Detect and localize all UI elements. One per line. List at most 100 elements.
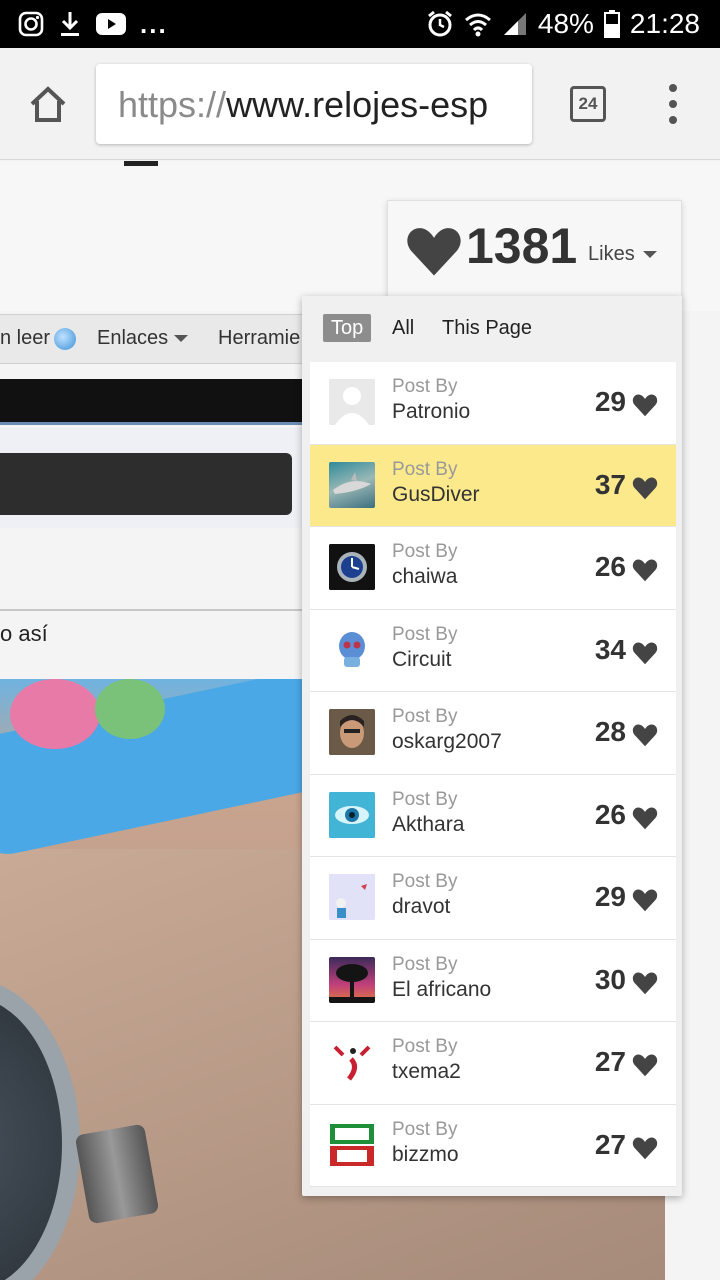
poster-name: bizzmo	[392, 1142, 459, 1166]
post-by-label: Post By	[392, 953, 458, 975]
poster-name: chaiwa	[392, 565, 458, 588]
list-item[interactable]: Post By oskarg2007 28	[310, 692, 676, 775]
poster-name: dravot	[392, 895, 451, 918]
alarm-icon	[426, 10, 454, 38]
post-by-label: Post By	[392, 871, 458, 892]
home-button[interactable]	[26, 82, 70, 126]
avatar	[329, 544, 375, 590]
nav-item-label: Herramie	[218, 327, 301, 349]
heart-icon	[632, 889, 658, 912]
header-fragment	[124, 161, 158, 166]
avatar	[329, 1121, 375, 1168]
signal-icon	[502, 11, 528, 37]
post-text: o así	[0, 621, 48, 646]
nav-item-links[interactable]: Enlaces	[97, 327, 189, 350]
sunset-tree-avatar-icon	[329, 963, 375, 1003]
post-by-label: Post By	[392, 458, 458, 480]
list-item[interactable]: Post By El africano 30	[310, 939, 676, 1022]
url-scheme: https://	[118, 84, 227, 125]
heart-icon	[632, 642, 658, 664]
like-count: 34	[594, 633, 626, 665]
avatar	[329, 1039, 375, 1085]
thread-title-bar	[0, 379, 310, 425]
more-notifications: ...	[140, 8, 168, 39]
list-item[interactable]: Post By chaiwa 26	[310, 527, 676, 610]
post-by-label: Post By	[392, 706, 458, 727]
youtube-icon	[96, 13, 126, 35]
face-avatar-icon	[329, 709, 375, 755]
heart-icon	[632, 1054, 658, 1077]
globe-icon	[54, 327, 77, 350]
photo-green-object	[95, 679, 165, 739]
like-count: 30	[594, 963, 626, 995]
default-avatar-icon	[329, 379, 375, 425]
list-item[interactable]: Post By Circuit 34	[310, 609, 676, 692]
poster-name: oskarg2007	[392, 730, 502, 753]
list-item[interactable]: Post By bizzmo 27	[310, 1104, 676, 1187]
url-text: https://www.relojes-esp	[118, 84, 488, 126]
tab-this-page[interactable]: This Page	[442, 314, 532, 342]
like-count: 37	[594, 468, 626, 500]
instagram-icon	[18, 11, 44, 37]
tab-top[interactable]: Top	[323, 314, 372, 342]
nav-item-tools[interactable]: Herramie	[218, 327, 300, 350]
poster-name: Circuit	[392, 647, 452, 671]
heart-icon	[632, 724, 658, 747]
heart-icon	[632, 477, 658, 499]
like-count: 26	[594, 551, 626, 582]
status-bar: ... 48% 21:28	[0, 0, 720, 48]
list-item[interactable]: Post By Akthara 26	[310, 774, 676, 857]
cartoon-avatar-icon	[329, 874, 375, 920]
like-count: 29	[594, 881, 626, 912]
skull-avatar-icon	[329, 626, 375, 673]
nav-item-unread[interactable]: n leer	[0, 327, 77, 350]
heart-icon	[632, 972, 658, 994]
like-count: 28	[594, 716, 626, 747]
battery-percent: 48%	[537, 8, 594, 39]
poster-name: Akthara	[392, 812, 465, 836]
status-right: 48% 21:28	[426, 8, 700, 40]
post-info-bar	[0, 453, 292, 515]
url-bar[interactable]: https://www.relojes-esp	[96, 64, 532, 144]
post-by-label: Post By	[392, 376, 458, 397]
list-item[interactable]: Post By GusDiver 37	[310, 444, 676, 527]
avatar	[329, 626, 375, 673]
like-count: 29	[594, 386, 626, 417]
avatar	[329, 461, 375, 508]
heart-icon	[632, 1137, 658, 1159]
post-by-label: Post By	[392, 541, 458, 562]
likes-widget-header[interactable]: 1381 Likes	[387, 200, 682, 300]
overflow-menu-button[interactable]	[662, 84, 684, 124]
like-count: 27	[594, 1046, 626, 1077]
chevron-down-icon	[174, 335, 189, 342]
post-by-label: Post By	[392, 1118, 458, 1140]
likes-list: Post By Patronio 29 Post By GusDiver 37 …	[310, 362, 676, 1187]
list-item[interactable]: Post By Patronio 29	[310, 362, 676, 445]
likes-dropdown[interactable]: Likes	[588, 243, 657, 266]
avatar	[329, 874, 375, 920]
shark-avatar-icon	[333, 471, 371, 494]
poster-name: Patronio	[392, 400, 471, 423]
tab-switcher-button[interactable]: 24	[570, 86, 606, 122]
tab-all[interactable]: All	[392, 314, 414, 342]
like-count: 26	[594, 798, 626, 830]
list-item[interactable]: Post By txema2 27	[310, 1022, 676, 1105]
web-page: n leer Enlaces Herramie o así 1381 Likes	[0, 161, 720, 1280]
heart-icon	[632, 394, 658, 417]
post-by-label: Post By	[392, 788, 458, 810]
photo-pink-object	[10, 679, 100, 749]
post-by-label: Post By	[392, 623, 458, 645]
list-item[interactable]: Post By dravot 29	[310, 857, 676, 940]
avatar	[329, 379, 375, 425]
likes-panel: Top All This Page Post By Patronio 29 Po…	[302, 296, 682, 1196]
figure-avatar-icon	[329, 1039, 375, 1085]
like-count: 27	[594, 1128, 626, 1160]
wifi-icon	[464, 11, 492, 37]
heart-icon	[407, 228, 461, 276]
browser-toolbar: https://www.relojes-esp 24	[0, 48, 720, 160]
nav-item-label: n leer	[0, 327, 51, 349]
eye-avatar-icon	[329, 791, 375, 838]
battery-icon	[603, 10, 620, 38]
heart-icon	[632, 807, 658, 829]
poster-name: GusDiver	[392, 482, 480, 506]
